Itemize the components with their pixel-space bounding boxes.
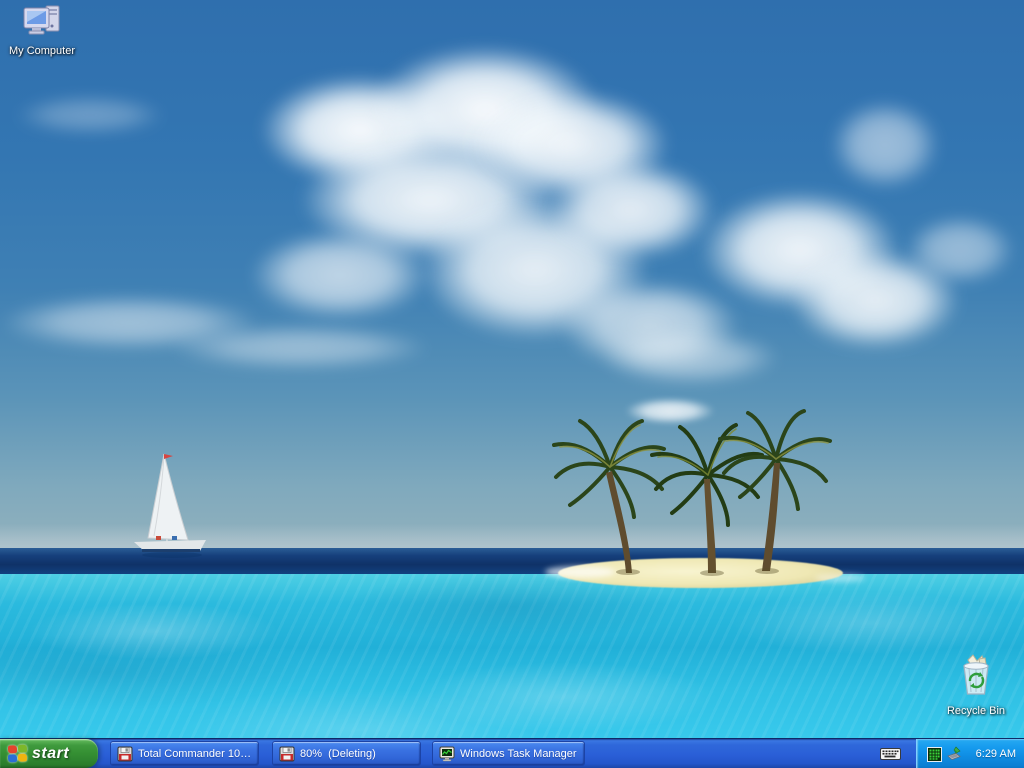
taskbar-button-label: Windows Task Manager [460, 747, 577, 760]
cloud [250, 230, 430, 320]
task-manager-icon [439, 746, 455, 761]
windows-logo-icon [8, 744, 27, 763]
taskbar: start Total Commander 10.... 80% (Deleti… [0, 738, 1024, 768]
cloud [170, 325, 430, 370]
start-button-label: start [32, 744, 70, 762]
my-computer-icon [23, 5, 60, 35]
taskbar-button-label: 80% (Deleting) [300, 747, 376, 760]
total-commander-progress-icon [279, 746, 295, 761]
sailboat [134, 453, 206, 558]
taskbar-button-copy-progress[interactable]: 80% (Deleting) [272, 741, 421, 766]
cloud [600, 330, 780, 385]
palm-trees [552, 409, 832, 576]
recycle-bin-icon [963, 654, 989, 695]
taskbar-button-label: Total Commander 10.... [137, 747, 252, 760]
system-tray: 6:29 AM [916, 739, 1024, 768]
cpu-usage-icon[interactable] [927, 746, 942, 762]
cloud [905, 215, 1015, 285]
desktop-icon-label: Recycle Bin [946, 705, 1006, 717]
start-button[interactable]: start [0, 739, 98, 768]
desktop-icon-recycle-bin[interactable]: Recycle Bin [940, 652, 1012, 717]
desktop-icon-my-computer[interactable]: My Computer [6, 4, 78, 57]
keyboard-layout-icon[interactable] [880, 746, 901, 761]
wallpaper-beach-island [0, 0, 1024, 738]
tray-clock[interactable]: 6:29 AM [976, 748, 1016, 760]
taskbar-button-total-commander[interactable]: Total Commander 10.... [110, 741, 259, 766]
cloud [545, 160, 715, 260]
turquoise-water [0, 574, 1024, 738]
total-commander-icon [117, 746, 133, 761]
cloud [15, 95, 165, 135]
taskbar-button-task-manager[interactable]: Windows Task Manager [432, 741, 585, 766]
windows-xp-desktop: My Computer Recycle Bin start Total Comm… [0, 0, 1024, 768]
desktop-icon-label: My Computer [8, 45, 76, 57]
safely-remove-hardware-icon[interactable] [946, 746, 962, 762]
cloud [830, 100, 940, 190]
